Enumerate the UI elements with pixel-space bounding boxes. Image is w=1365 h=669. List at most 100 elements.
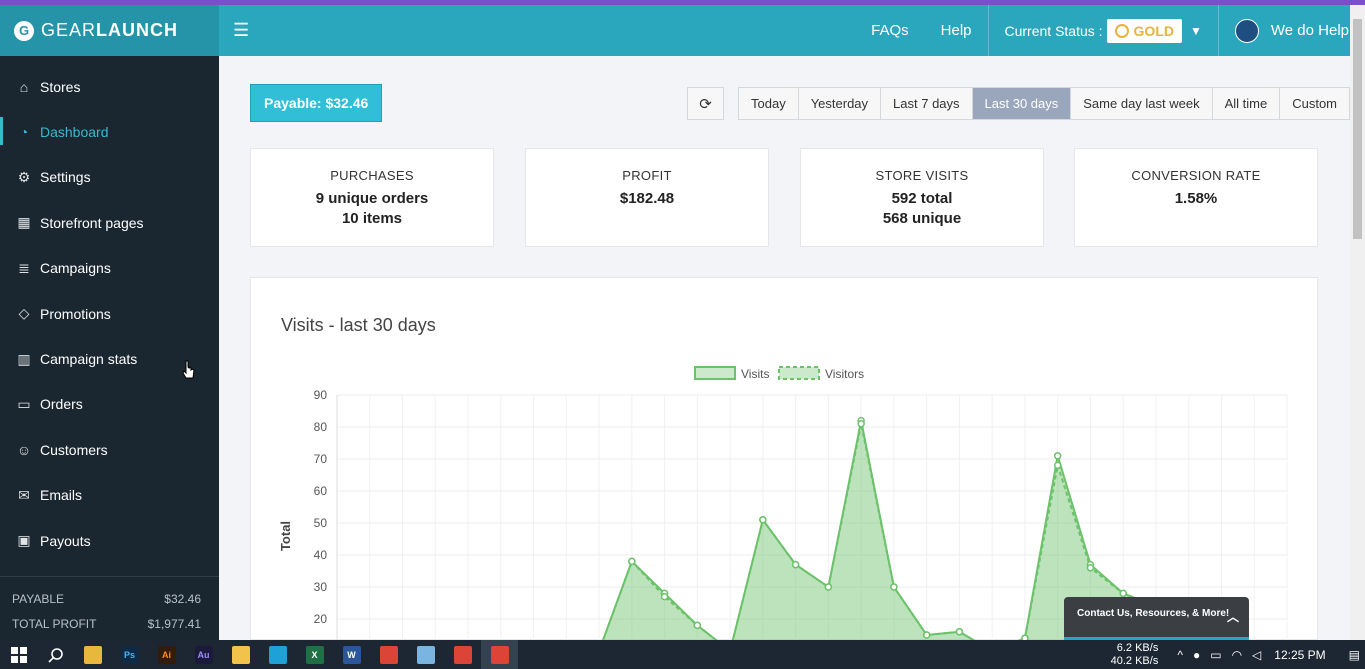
card-store-visits: STORE VISITS 592 total 568 unique	[800, 148, 1044, 247]
word-icon[interactable]: W	[333, 640, 370, 669]
refresh-button[interactable]: ⟳	[687, 87, 724, 120]
storefront-icon: ▦	[17, 214, 31, 231]
summary-value: $32.46	[164, 592, 201, 606]
sidebar-item-promotions[interactable]: ◇ Promotions	[0, 291, 219, 336]
summary-total-profit: TOTAL PROFIT $1,977.41	[0, 612, 219, 637]
summary-value: $1,977.41	[147, 617, 201, 631]
image-viewer-icon[interactable]	[222, 640, 259, 669]
microphone-icon[interactable]: ●	[1193, 648, 1200, 662]
faqs-link[interactable]: FAQs	[855, 22, 925, 39]
card-value: 592 total	[891, 190, 953, 207]
hamburger-icon[interactable]: ☰	[233, 20, 257, 41]
page-scrollbar[interactable]	[1350, 5, 1365, 640]
payable-button[interactable]: Payable: $32.46	[250, 84, 383, 122]
sidebar-item-label: Dashboard	[40, 124, 109, 141]
range-last-30-days[interactable]: Last 30 days	[972, 88, 1072, 119]
sidebar-item-orders[interactable]: ▭ Orders	[0, 382, 219, 427]
y-tick-label: 30	[314, 580, 328, 594]
gear-icon: ⚙	[17, 168, 31, 185]
card-value: 9 unique orders	[315, 190, 429, 207]
wifi-icon[interactable]: ◠	[1232, 648, 1242, 662]
scrollbar-thumb[interactable]	[1353, 19, 1362, 239]
system-tray: 6.2 KB/s 40.2 KB/s ^ ● ▭ ◠ ◁ 12:25 PM ▤	[1111, 640, 1365, 669]
range-custom[interactable]: Custom	[1280, 88, 1349, 119]
main-content: Payable: $32.46 ⟳ Today Yesterday Last 7 d…	[219, 56, 1350, 641]
photoshop-icon[interactable]: Ps	[111, 640, 148, 669]
status-value: GOLD	[1133, 22, 1174, 39]
edge-icon[interactable]	[259, 640, 296, 669]
range-last-7-days[interactable]: Last 7 days	[881, 88, 973, 119]
chat-widget[interactable]: Contact Us, Resources, & More! ︿	[1064, 597, 1249, 640]
speaker-icon[interactable]: ◁	[1252, 648, 1261, 662]
medal-icon	[1114, 23, 1129, 38]
sidebar-item-stores[interactable]: ⌂ Stores	[0, 64, 219, 109]
sidebar-item-label: Storefront pages	[40, 214, 144, 231]
data-point-visits	[1053, 452, 1062, 460]
card-value: $182.48	[619, 190, 675, 207]
y-tick-label: 20	[314, 612, 328, 626]
summary-payable: PAYABLE $32.46	[0, 587, 219, 612]
sidebar-item-label: Campaigns	[40, 260, 111, 277]
sidebar-item-label: Stores	[40, 78, 81, 95]
audition-icon[interactable]: Au	[185, 640, 222, 669]
range-same-day-last-week[interactable]: Same day last week	[1071, 88, 1213, 119]
chrome-icon[interactable]	[370, 640, 407, 669]
illustrator-icon[interactable]: Ai	[148, 640, 185, 669]
chrome-icon-3[interactable]	[481, 640, 518, 669]
range-yesterday[interactable]: Yesterday	[799, 88, 882, 119]
data-point-visitors	[1086, 564, 1095, 572]
email-icon: ✉	[18, 486, 30, 503]
search-icon[interactable]	[37, 640, 74, 669]
caret-down-icon[interactable]: ▼	[1190, 24, 1202, 38]
card-label: PROFIT	[622, 168, 672, 183]
notepad-icon[interactable]	[407, 640, 444, 669]
y-tick-label: 80	[314, 420, 328, 434]
gearlaunch-logo-icon: G	[14, 20, 34, 41]
sidebar-item-payouts[interactable]: ▣ Payouts	[0, 518, 219, 563]
sidebar-item-label: Customers	[40, 441, 108, 458]
windows-start-icon[interactable]	[0, 640, 37, 669]
top-header: G GEAR LAUNCH ☰ FAQs Help Current Status…	[0, 5, 1365, 56]
bar-chart-icon: ▥	[17, 350, 31, 367]
list-icon: ≣	[18, 259, 30, 276]
chrome-icon-2[interactable]	[444, 640, 481, 669]
user-menu[interactable]: We do Help	[1219, 18, 1365, 43]
visits-chart-panel: Visits - last 30 days 20 30 40 50 60 70 80 90 To…	[250, 277, 1318, 641]
mouse-pointer-icon	[182, 360, 195, 379]
chevron-up-icon[interactable]: ︿	[1227, 608, 1239, 625]
battery-icon[interactable]: ▭	[1210, 648, 1221, 662]
folder-icon[interactable]	[74, 640, 111, 669]
chevron-up-icon[interactable]: ^	[1177, 648, 1183, 662]
current-status[interactable]: Current Status : GOLD ▼	[987, 5, 1219, 56]
sidebar-item-label: Promotions	[40, 305, 111, 322]
sidebar-item-storefront-pages[interactable]: ▦ Storefront pages	[0, 200, 219, 245]
notifications-icon[interactable]: ▤	[1349, 648, 1360, 662]
legend-swatch-visits	[694, 366, 736, 380]
sidebar-item-label: Payouts	[40, 532, 91, 549]
home-icon: ⌂	[19, 78, 29, 95]
range-all-time[interactable]: All time	[1213, 88, 1281, 119]
summary-label: PAYABLE	[12, 592, 65, 606]
users-icon: ☺	[16, 441, 32, 458]
y-tick-label: 90	[314, 388, 328, 402]
data-point-visitors	[1119, 589, 1127, 598]
data-point-visitors	[693, 621, 702, 630]
brand-logo[interactable]: G GEAR LAUNCH	[0, 5, 219, 56]
help-link[interactable]: Help	[925, 22, 988, 39]
sidebar-item-dashboard[interactable]: ◔ Dashboard	[0, 109, 219, 154]
windows-taskbar: Ps Ai Au X W 6.2 KB/s 40.2 KB/s ^ ● ▭ ◠ ◁ 12…	[0, 640, 1365, 669]
sidebar-item-emails[interactable]: ✉ Emails	[0, 473, 219, 518]
range-today[interactable]: Today	[739, 88, 799, 119]
money-icon: ▣	[17, 532, 31, 549]
brand-name-part2: LAUNCH	[96, 20, 179, 40]
card-label: PURCHASES	[330, 168, 414, 183]
legend-label-visitors: Visitors	[825, 367, 864, 381]
dashboard-icon: ◔	[19, 124, 29, 141]
clock[interactable]: 12:25 PM	[1274, 648, 1325, 662]
excel-icon[interactable]: X	[296, 640, 333, 669]
sidebar-item-settings[interactable]: ⚙ Settings	[0, 155, 219, 200]
date-range-selector: Today Yesterday Last 7 days Last 30 days Sam…	[738, 87, 1350, 120]
sidebar-item-customers[interactable]: ☺ Customers	[0, 427, 219, 472]
sidebar-item-campaigns[interactable]: ≣ Campaigns	[0, 246, 219, 291]
y-tick-label: 60	[314, 484, 328, 498]
